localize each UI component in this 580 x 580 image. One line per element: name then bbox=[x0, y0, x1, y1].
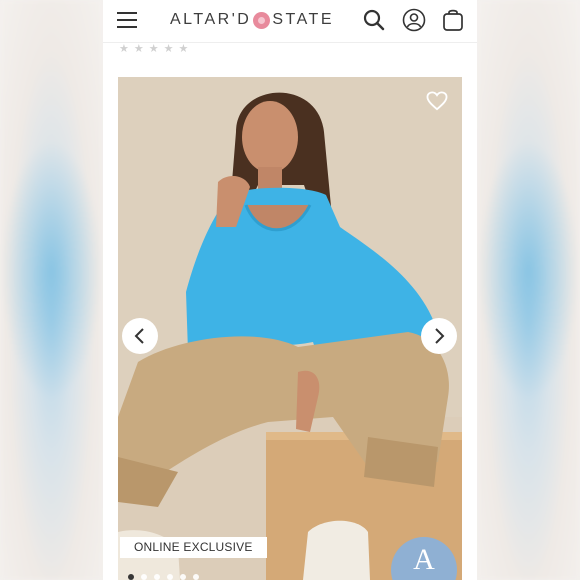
previous-image-button[interactable] bbox=[122, 318, 158, 354]
blurred-background-left bbox=[0, 0, 103, 580]
carousel-dot[interactable] bbox=[154, 574, 160, 580]
product-image[interactable]: ONLINE EXCLUSIVE A bbox=[118, 77, 462, 580]
carousel-dot[interactable] bbox=[180, 574, 186, 580]
carousel-dot[interactable] bbox=[128, 574, 134, 580]
site-header: ALTAR'D STATE bbox=[103, 0, 477, 43]
rating-stars: ★★★★★ bbox=[119, 43, 194, 55]
carousel-dot[interactable] bbox=[193, 574, 199, 580]
online-exclusive-badge: ONLINE EXCLUSIVE bbox=[120, 537, 267, 558]
brand-mark-letter: A bbox=[413, 543, 435, 576]
logo-text-left: ALTAR'D bbox=[170, 11, 252, 28]
chevron-right-icon bbox=[435, 328, 445, 344]
carousel-dot[interactable] bbox=[167, 574, 173, 580]
chevron-left-icon bbox=[134, 328, 144, 344]
heart-icon[interactable] bbox=[426, 91, 448, 111]
carousel-dot[interactable] bbox=[141, 574, 147, 580]
account-icon[interactable] bbox=[402, 8, 426, 32]
menu-icon[interactable] bbox=[117, 12, 137, 28]
logo-text-right: STATE bbox=[272, 11, 334, 28]
shopping-bag-icon[interactable] bbox=[441, 8, 465, 32]
blurred-background-right bbox=[477, 0, 580, 580]
model-photo bbox=[118, 77, 462, 580]
next-image-button[interactable] bbox=[421, 318, 457, 354]
search-icon[interactable] bbox=[362, 8, 386, 32]
brand-logo[interactable]: ALTAR'D STATE bbox=[161, 9, 343, 31]
mobile-page: ALTAR'D STATE ★★★★★ ONLINE EXCLUSIVE A bbox=[103, 0, 477, 580]
carousel-indicator bbox=[128, 574, 199, 580]
logo-flower-icon bbox=[253, 11, 271, 29]
